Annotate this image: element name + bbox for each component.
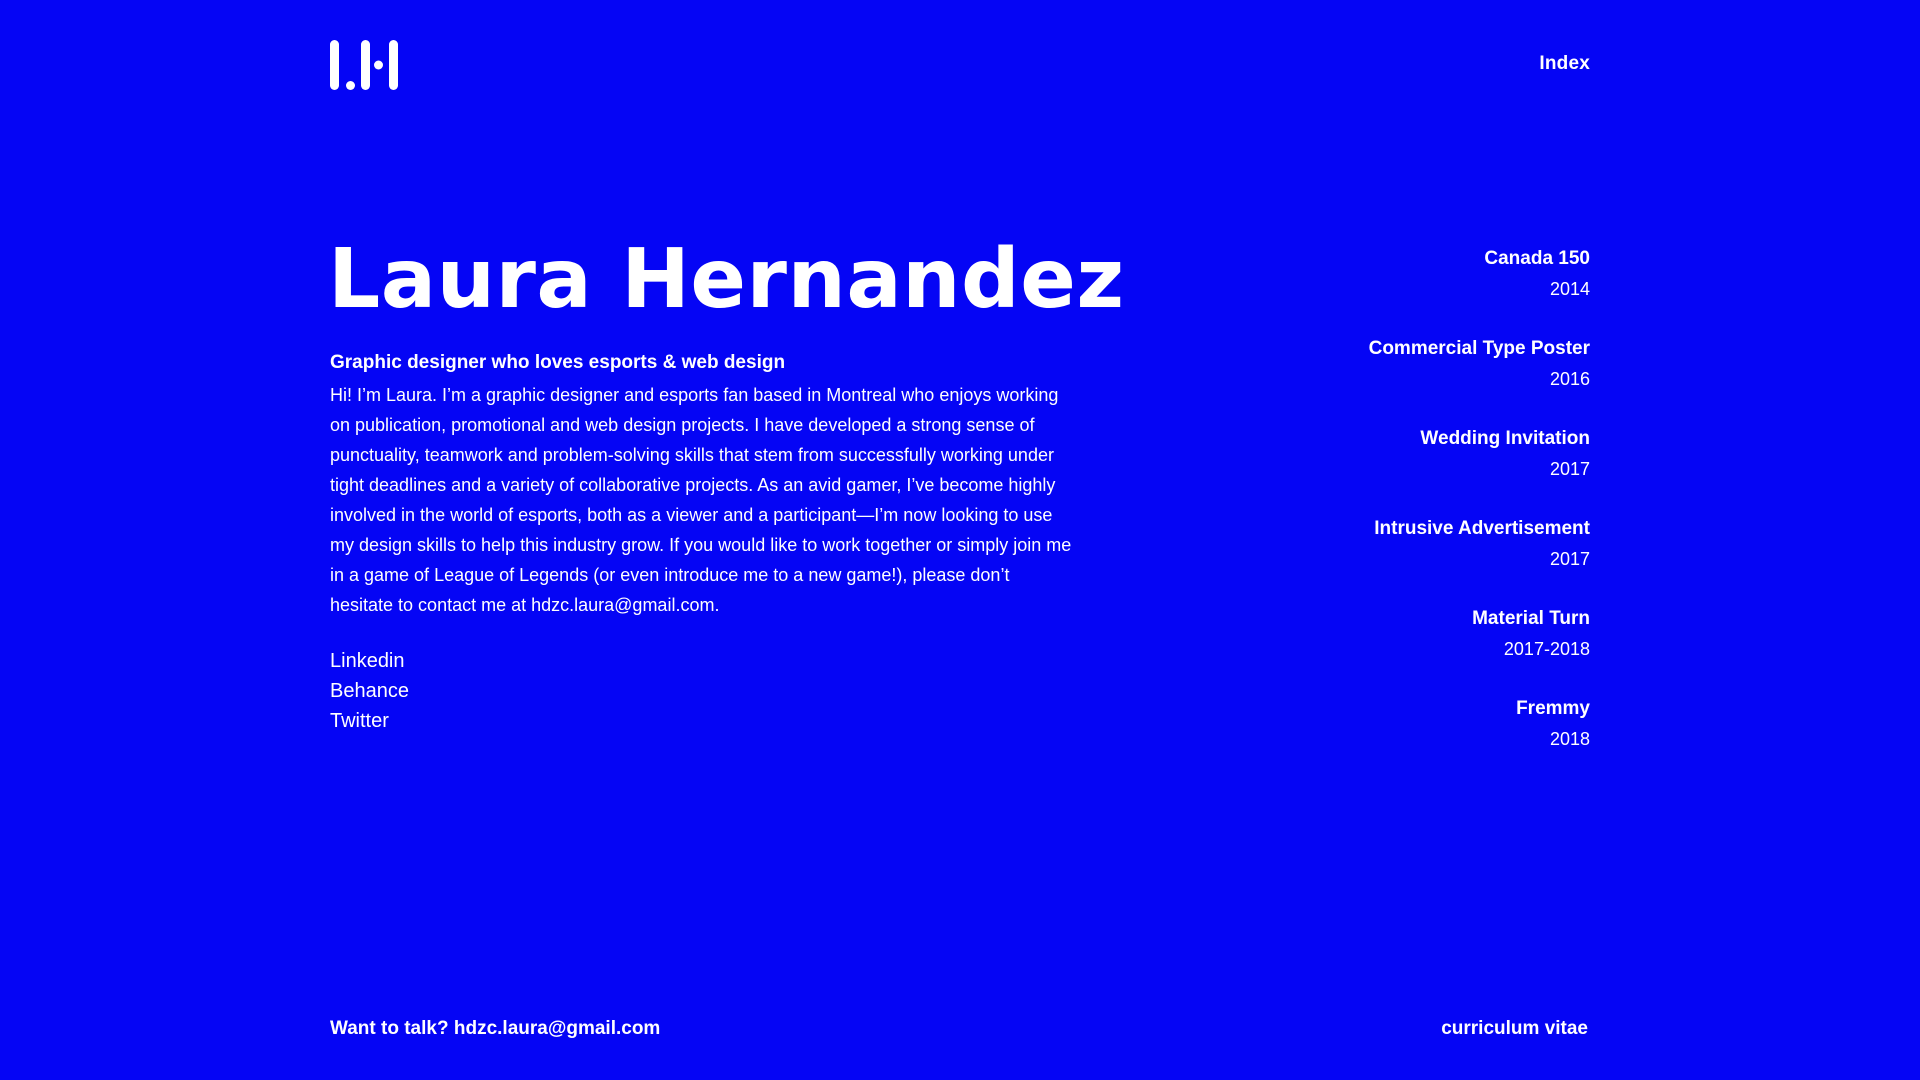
project-year: 2014: [1549, 279, 1590, 299]
email-link[interactable]: hdzc.laura@gmail.com: [454, 1018, 660, 1039]
contact-prefix: Want to talk?: [330, 1018, 449, 1039]
bio-text: Hi! I’m Laura. I’m a graphic designer an…: [330, 385, 1072, 615]
project-link-fremmy[interactable]: Fremmy: [1369, 694, 1590, 724]
project-item: Intrusive Advertisement 2017: [1369, 514, 1590, 604]
project-item: Wedding Invitation 2017: [1369, 424, 1590, 514]
behance-link[interactable]: Behance: [330, 680, 409, 702]
twitter-link[interactable]: Twitter: [330, 710, 389, 732]
project-link-commercial-type-poster[interactable]: Commercial Type Poster: [1369, 334, 1590, 364]
project-item: Fremmy 2018: [1369, 694, 1590, 784]
project-item: Commercial Type Poster 2016: [1369, 334, 1590, 424]
linkedin-link[interactable]: Linkedin: [330, 650, 405, 672]
project-item: Material Turn 2017-2018: [1369, 604, 1590, 694]
project-link-material-turn[interactable]: Material Turn: [1369, 604, 1590, 634]
social-links: Linkedin Behance Twitter: [330, 646, 409, 736]
project-year: 2018: [1549, 729, 1590, 749]
footer-contact: Want to talk? hdzc.laura@gmail.com: [330, 1016, 660, 1042]
project-item: Canada 150 2014: [1369, 244, 1590, 334]
portfolio-page: Index Laura Hernandez Graphic designer w…: [0, 0, 1920, 1080]
page-title: Laura Hernandez: [328, 232, 1125, 327]
project-year: 2017: [1549, 459, 1590, 479]
intro-section: Graphic designer who loves esports & web…: [330, 350, 1075, 620]
cv-link[interactable]: curriculum vitae: [1441, 1016, 1588, 1042]
project-year: 2017-2018: [1503, 639, 1590, 659]
nav-index-link[interactable]: Index: [1539, 53, 1590, 75]
lh-logo-icon[interactable]: [330, 40, 400, 90]
project-list: Canada 150 2014 Commercial Type Poster 2…: [1369, 244, 1590, 784]
project-link-intrusive-advertisement[interactable]: Intrusive Advertisement: [1369, 514, 1590, 544]
project-year: 2016: [1549, 369, 1590, 389]
tagline: Graphic designer who loves esports & web…: [330, 352, 786, 373]
project-link-canada-150[interactable]: Canada 150: [1369, 244, 1590, 274]
project-link-wedding-invitation[interactable]: Wedding Invitation: [1369, 424, 1590, 454]
project-year: 2017: [1549, 549, 1590, 569]
